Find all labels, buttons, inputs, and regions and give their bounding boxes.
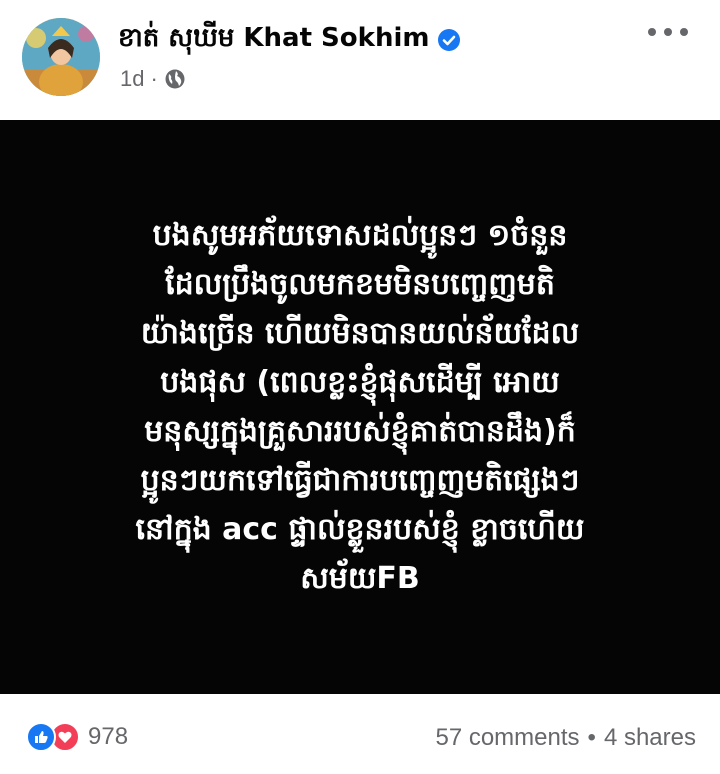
reaction-summary[interactable]: 978 xyxy=(26,722,128,752)
reaction-count: 978 xyxy=(88,723,129,750)
engagement-stats: 57 comments • 4 shares xyxy=(435,724,696,752)
more-options-button[interactable] xyxy=(648,20,688,44)
post-image-text: បងសូមអភ័យទោសដល់ប្អូនៗ ១ចំនួន ដែលប្រឹងចូល… xyxy=(135,218,585,596)
author-avatar[interactable] xyxy=(22,18,100,96)
author-name[interactable]: ខាត់ សុឃីម Khat Sokhim xyxy=(118,21,429,59)
avatar-photo-icon xyxy=(22,18,100,96)
post-header: ខាត់ សុឃីម Khat Sokhim 1d · xyxy=(0,0,720,120)
more-dot-icon xyxy=(664,28,672,36)
globe-icon[interactable] xyxy=(164,68,186,90)
more-dot-icon xyxy=(648,28,656,36)
like-icon xyxy=(26,722,56,752)
author-row: ខាត់ សុឃីម Khat Sokhim xyxy=(118,22,461,58)
meta-separator: · xyxy=(150,66,158,91)
more-dot-icon xyxy=(680,28,688,36)
post-footer: 978 57 comments • 4 shares xyxy=(0,694,720,774)
stats-separator: • xyxy=(587,724,596,751)
comments-link[interactable]: 57 comments xyxy=(435,724,579,752)
post-image[interactable]: បងសូមអភ័យទោសដល់ប្អូនៗ ១ចំនួន ដែលប្រឹងចូល… xyxy=(0,120,720,694)
shares-link[interactable]: 4 shares xyxy=(604,724,696,752)
post-timestamp[interactable]: 1d xyxy=(120,66,144,92)
post-meta: 1d · xyxy=(120,66,186,92)
verified-badge-icon xyxy=(438,29,461,51)
